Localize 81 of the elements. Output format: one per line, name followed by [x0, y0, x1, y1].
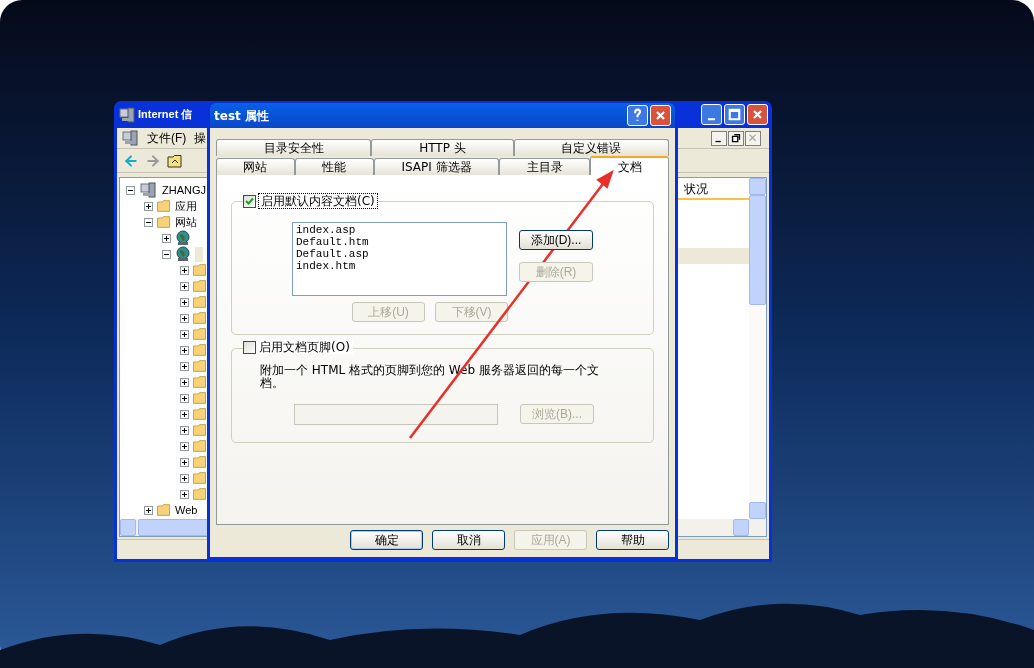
vertical-scrollbar[interactable] — [749, 178, 766, 519]
computer-icon — [118, 106, 136, 123]
dialog-button[interactable]: 确定 — [350, 530, 423, 550]
checkbox[interactable] — [243, 340, 256, 354]
expand-icon[interactable] — [180, 441, 189, 451]
expand-icon[interactable] — [180, 393, 189, 403]
list-item[interactable]: Default.asp — [296, 248, 503, 260]
tab[interactable]: 文档 — [590, 156, 670, 175]
expand-icon[interactable] — [180, 489, 189, 499]
folder-icon — [157, 216, 170, 228]
tab[interactable]: HTTP 头 — [371, 139, 514, 156]
column-header[interactable]: 状况 — [684, 180, 708, 198]
folder-icon — [157, 200, 170, 212]
expand-icon[interactable] — [144, 201, 153, 211]
checkbox-label[interactable]: 启用文档页脚(O) — [256, 340, 353, 354]
folder-icon — [193, 280, 206, 292]
expand-icon[interactable] — [180, 377, 189, 387]
tree-item[interactable]: 应用 — [174, 198, 198, 214]
collapse-icon[interactable] — [144, 217, 153, 227]
expand-icon[interactable] — [180, 265, 189, 275]
tree-item[interactable]: ZHANGJ — [161, 182, 207, 198]
folder-icon — [193, 408, 206, 420]
checkbox-label[interactable]: 启用默认内容文档(C) — [258, 193, 378, 209]
list-item[interactable]: Default.htm — [296, 236, 503, 248]
globe-icon — [175, 246, 191, 262]
tree-item[interactable]: Web — [174, 502, 199, 518]
up-folder-icon[interactable] — [167, 153, 183, 168]
expand-icon[interactable] — [144, 505, 153, 515]
collapse-icon[interactable] — [162, 249, 171, 259]
folder-icon — [193, 424, 206, 436]
expand-icon[interactable] — [180, 457, 189, 467]
dialog-title: test 属性 — [214, 107, 269, 125]
maximize-icon[interactable] — [724, 104, 745, 125]
computer-icon — [121, 130, 139, 146]
collapse-icon[interactable] — [126, 185, 135, 195]
menu-item[interactable]: 操 — [194, 129, 207, 147]
expand-icon[interactable] — [162, 233, 171, 243]
dialog-button[interactable]: 帮助 — [596, 530, 669, 550]
list-item[interactable]: index.htm — [296, 260, 503, 272]
tab[interactable]: 目录安全性 — [216, 139, 372, 156]
expand-icon[interactable] — [180, 409, 189, 419]
expand-icon[interactable] — [180, 329, 189, 339]
add-button[interactable]: 添加(D)... — [519, 230, 593, 250]
folder-icon — [193, 392, 206, 404]
tab[interactable]: ISAPI 筛选器 — [373, 158, 500, 175]
folder-icon — [193, 376, 206, 388]
folder-icon — [193, 344, 206, 356]
expand-icon[interactable] — [180, 361, 189, 371]
globe-icon — [175, 230, 191, 246]
folder-icon — [193, 328, 206, 340]
expand-icon[interactable] — [180, 281, 189, 291]
restore-icon[interactable] — [728, 130, 744, 146]
menu-item[interactable]: 文件(F) — [147, 129, 187, 147]
folder-icon — [193, 296, 206, 308]
folder-icon — [193, 440, 206, 452]
folder-icon — [193, 488, 206, 500]
tab[interactable]: 自定义错误 — [513, 139, 669, 156]
tab[interactable]: 网站 — [216, 158, 295, 175]
list-item[interactable]: index.asp — [296, 224, 503, 236]
tree-item[interactable]: 网站 — [174, 214, 198, 230]
minimize-icon[interactable] — [711, 130, 727, 146]
expand-icon[interactable] — [180, 473, 189, 483]
dialog-button[interactable]: 取消 — [432, 530, 505, 550]
expand-icon[interactable] — [180, 297, 189, 307]
tab[interactable]: 性能 — [294, 158, 374, 175]
help-icon[interactable] — [627, 105, 648, 126]
expand-icon[interactable] — [180, 313, 189, 323]
folder-icon — [193, 456, 206, 468]
computer-icon — [139, 182, 157, 198]
checkbox[interactable] — [243, 194, 256, 208]
window-title: Internet 信 — [138, 107, 193, 123]
folder-icon — [193, 360, 206, 372]
folder-icon — [193, 312, 206, 324]
close-icon[interactable] — [745, 130, 761, 146]
folder-icon — [193, 264, 206, 276]
tab[interactable]: 主目录 — [499, 158, 591, 175]
folder-icon — [193, 472, 206, 484]
folder-icon — [157, 504, 170, 516]
expand-icon[interactable] — [180, 425, 189, 435]
document-list[interactable]: index.asp Default.htm Default.asp index.htm — [292, 222, 507, 296]
expand-icon[interactable] — [180, 345, 189, 355]
